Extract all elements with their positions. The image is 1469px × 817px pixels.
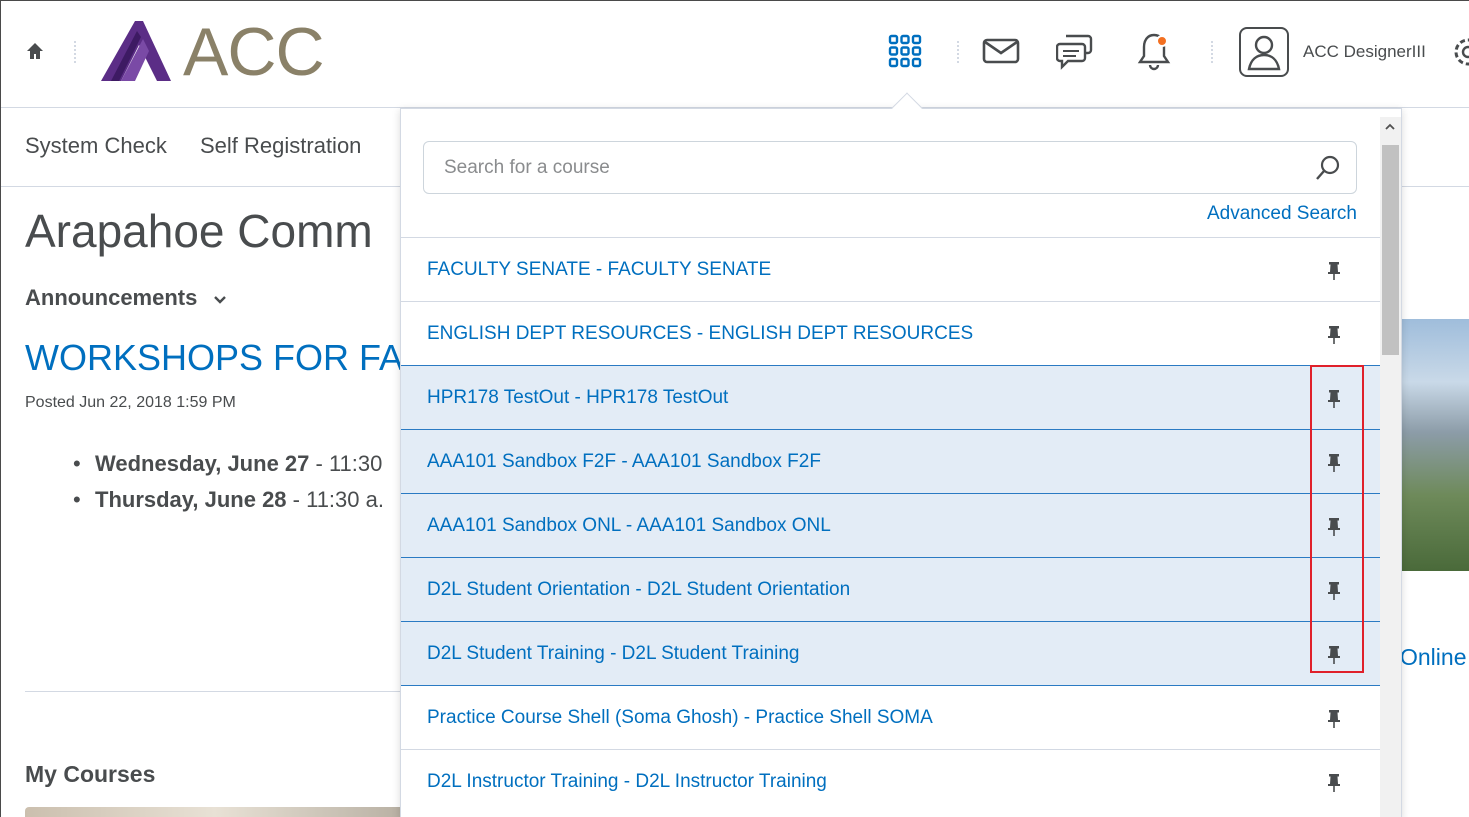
list-item-text: - 11:30 a. <box>286 487 384 512</box>
course-row[interactable]: ENGLISH DEPT RESOURCES - ENGLISH DEPT RE… <box>401 301 1380 365</box>
pin-icon[interactable] <box>1321 706 1347 732</box>
pin-icon[interactable] <box>1321 258 1347 284</box>
scroll-up-arrow-icon[interactable] <box>1384 121 1396 133</box>
user-name[interactable]: ACC DesignerIII <box>1303 42 1426 62</box>
pin-icon[interactable] <box>1321 386 1347 412</box>
scrollbar[interactable] <box>1380 117 1401 817</box>
my-courses-heading: My Courses <box>25 761 156 787</box>
list-item-bold: Wednesday, June 27 <box>95 451 310 476</box>
course-link[interactable]: D2L Student Orientation - D2L Student Or… <box>427 579 850 601</box>
campus-photo <box>1401 319 1469 571</box>
logo-text: ACC <box>183 14 325 90</box>
course-selector-dropdown: Advanced Search FACULTY SENATE - FACULTY… <box>400 108 1402 817</box>
course-row[interactable]: HPR178 TestOut - HPR178 TestOut <box>401 365 1380 429</box>
header-separator <box>74 41 76 63</box>
nav-self-registration[interactable]: Self Registration <box>200 133 361 159</box>
page-title: Arapahoe Comm <box>25 205 373 257</box>
gear-icon[interactable] <box>1451 35 1469 74</box>
header-separator <box>957 41 959 63</box>
course-selector-icon[interactable] <box>885 29 925 73</box>
search-icon[interactable] <box>1314 154 1342 182</box>
list-item-bold: Thursday, June 28 <box>95 487 287 512</box>
page-frame: ACC ACC DesignerIII System Check Self Re… <box>0 0 1469 817</box>
course-row[interactable]: Practice Course Shell (Soma Ghosh) - Pra… <box>401 685 1380 749</box>
online-link[interactable]: Online <box>1400 644 1466 671</box>
pin-icon[interactable] <box>1321 322 1347 348</box>
list-item-text: - 11:30 <box>309 451 383 476</box>
divider <box>25 691 405 692</box>
announcement-title[interactable]: WORKSHOPS FOR FA <box>25 337 403 379</box>
course-row[interactable]: D2L Student Training - D2L Student Train… <box>401 621 1380 685</box>
course-link[interactable]: D2L Student Training - D2L Student Train… <box>427 643 800 665</box>
course-link[interactable]: HPR178 TestOut - HPR178 TestOut <box>427 387 728 409</box>
list-item: Thursday, June 28 - 11:30 a. <box>71 487 384 513</box>
announcement-list: Wednesday, June 27 - 11:30 Thursday, Jun… <box>71 451 384 523</box>
course-link[interactable]: Practice Course Shell (Soma Ghosh) - Pra… <box>427 707 933 729</box>
search-input[interactable] <box>424 142 1304 193</box>
course-tile-image[interactable] <box>25 807 405 817</box>
course-link[interactable]: D2L Instructor Training - D2L Instructor… <box>427 771 827 793</box>
chat-icon[interactable] <box>1055 29 1095 73</box>
announcements-label: Announcements <box>25 285 198 310</box>
announcements-header[interactable]: Announcements <box>25 285 227 311</box>
home-icon[interactable] <box>23 39 47 63</box>
message-icon[interactable] <box>981 29 1021 73</box>
course-link[interactable]: AAA101 Sandbox F2F - AAA101 Sandbox F2F <box>427 451 821 473</box>
course-row[interactable]: D2L Instructor Training - D2L Instructor… <box>401 749 1380 813</box>
course-link[interactable]: FACULTY SENATE - FACULTY SENATE <box>427 259 771 281</box>
announcement-date: Posted Jun 22, 2018 1:59 PM <box>25 394 236 411</box>
course-list: FACULTY SENATE - FACULTY SENATE ENGLISH D… <box>401 237 1380 813</box>
course-row[interactable]: FACULTY SENATE - FACULTY SENATE <box>401 237 1380 301</box>
notification-bell-icon[interactable] <box>1134 29 1174 73</box>
course-row[interactable]: D2L Student Orientation - D2L Student Or… <box>401 557 1380 621</box>
course-row[interactable]: AAA101 Sandbox ONL - AAA101 Sandbox ONL <box>401 493 1380 557</box>
search-box <box>423 141 1357 194</box>
top-header: ACC ACC DesignerIII <box>1 1 1469 108</box>
notification-badge <box>1156 35 1168 47</box>
pin-icon[interactable] <box>1321 514 1347 540</box>
advanced-search-link[interactable]: Advanced Search <box>1207 203 1357 225</box>
list-item: Wednesday, June 27 - 11:30 <box>71 451 384 477</box>
scroll-thumb[interactable] <box>1382 145 1399 355</box>
pin-icon[interactable] <box>1321 770 1347 796</box>
chevron-down-icon[interactable] <box>213 285 227 311</box>
header-separator <box>1211 41 1213 63</box>
acc-logo[interactable]: ACC <box>101 14 331 90</box>
course-link[interactable]: ENGLISH DEPT RESOURCES - ENGLISH DEPT RE… <box>427 323 973 345</box>
avatar-icon[interactable] <box>1239 27 1289 77</box>
nav-system-check[interactable]: System Check <box>25 133 167 159</box>
course-row[interactable]: AAA101 Sandbox F2F - AAA101 Sandbox F2F <box>401 429 1380 493</box>
pin-icon[interactable] <box>1321 578 1347 604</box>
pin-icon[interactable] <box>1321 642 1347 668</box>
course-link[interactable]: AAA101 Sandbox ONL - AAA101 Sandbox ONL <box>427 515 831 537</box>
pin-icon[interactable] <box>1321 450 1347 476</box>
